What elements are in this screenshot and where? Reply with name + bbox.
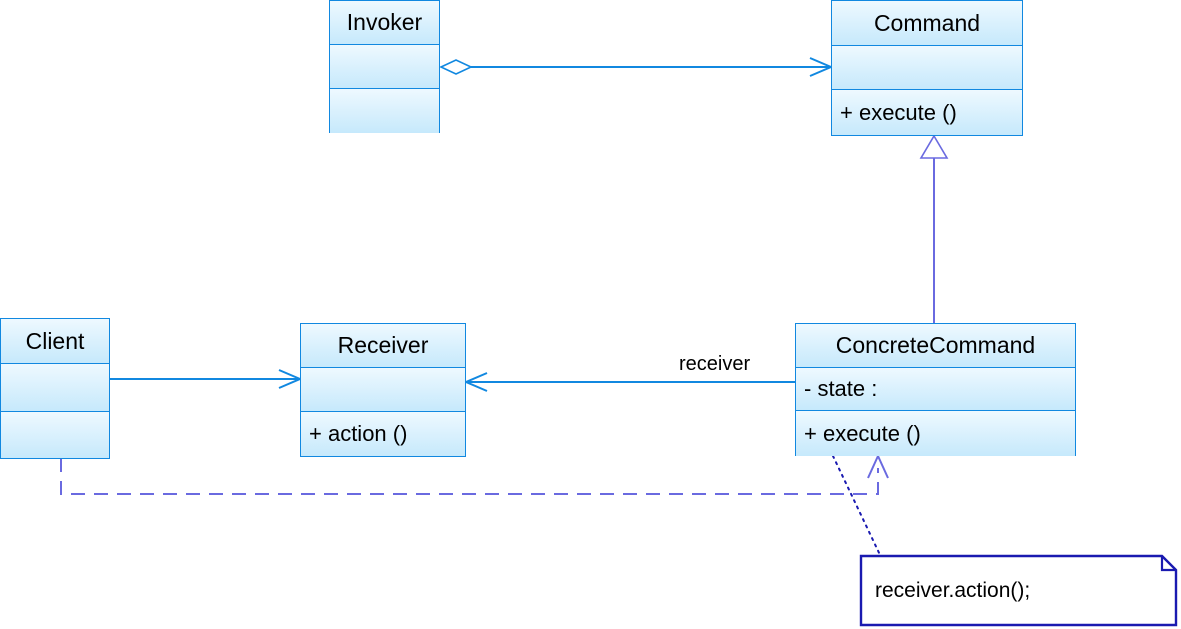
class-operations-invoker [330, 89, 439, 133]
class-title-client: Client [1, 319, 109, 364]
note-box[interactable]: receiver.action(); [861, 556, 1176, 625]
uml-diagram-canvas: Command (aggregation with open arrow) --… [0, 0, 1181, 629]
class-box-receiver[interactable]: Receiver + action () [300, 323, 466, 457]
edge-client-concretecommand [60, 453, 889, 495]
class-attributes-invoker [330, 45, 439, 89]
class-operations-client [1, 412, 109, 458]
class-box-client[interactable]: Client [0, 318, 110, 459]
class-attributes-client [1, 364, 109, 412]
edge-invoker-command [439, 57, 834, 77]
class-attribute-concretecommand-state: - state : [796, 368, 1075, 411]
class-box-command[interactable]: Command + execute () [831, 0, 1023, 136]
class-attributes-receiver [301, 368, 465, 412]
class-operation-command-execute: + execute () [832, 90, 1022, 135]
class-title-concretecommand: ConcreteCommand [796, 324, 1075, 368]
class-title-invoker: Invoker [330, 1, 439, 45]
class-box-concretecommand[interactable]: ConcreteCommand - state : + execute () [795, 323, 1076, 456]
note-anchor-line [832, 455, 882, 558]
class-attributes-command [832, 46, 1022, 90]
edge-label-receiver: receiver [677, 353, 753, 376]
class-title-receiver: Receiver [301, 324, 465, 368]
class-box-invoker[interactable]: Invoker [329, 0, 440, 133]
class-title-command: Command [832, 1, 1022, 46]
class-operation-concretecommand-execute: + execute () [796, 411, 1075, 456]
class-operation-receiver-action: + action () [301, 412, 465, 456]
note-text: receiver.action(); [875, 578, 1031, 602]
edge-concretecommand-command [919, 134, 949, 323]
edge-client-receiver [110, 369, 303, 389]
